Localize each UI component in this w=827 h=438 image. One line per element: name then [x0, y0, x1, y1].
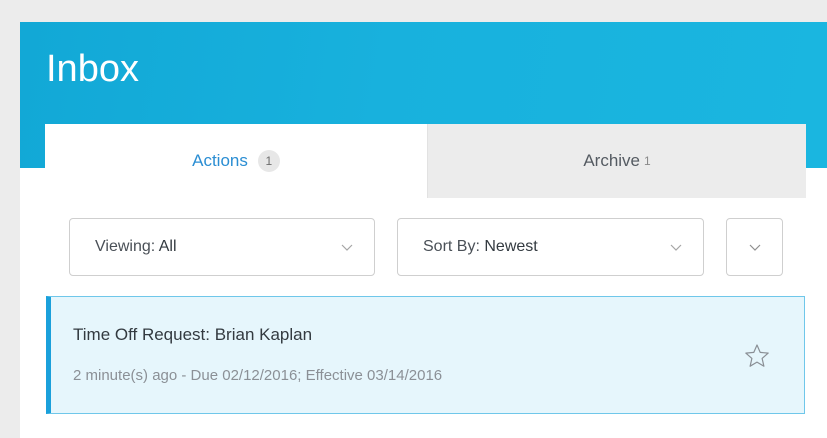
sort-value: Newest [484, 238, 538, 255]
inbox-panel: Inbox Actions 1 Archive 1 Viewing: All S… [20, 22, 827, 438]
inbox-item-title: Time Off Request: Brian Kaplan [73, 325, 313, 344]
tab-actions-count-badge: 1 [257, 150, 280, 172]
chevron-down-icon [341, 244, 353, 251]
inbox-filters: Viewing: All Sort By: Newest [45, 198, 806, 290]
tab-actions-label: Actions [192, 151, 248, 170]
viewing-label: Viewing: [95, 238, 156, 255]
star-icon[interactable] [744, 343, 770, 369]
more-options-dropdown[interactable] [726, 218, 783, 276]
inbox-card: Actions 1 Archive 1 Viewing: All Sort By… [45, 124, 806, 438]
viewing-value: All [158, 238, 177, 255]
chevron-down-icon [749, 244, 760, 251]
tab-archive-count: 1 [644, 154, 651, 168]
inbox-item-subtitle: 2 minute(s) ago - Due 02/12/2016; Effect… [73, 367, 443, 384]
inbox-item[interactable]: Time Off Request: Brian Kaplan 2 minute(… [46, 296, 805, 414]
sort-dropdown[interactable]: Sort By: Newest [397, 218, 704, 276]
inbox-tabs: Actions 1 Archive 1 [45, 124, 806, 198]
chevron-down-icon [670, 244, 682, 251]
viewing-dropdown[interactable]: Viewing: All [69, 218, 375, 276]
tab-archive-label: Archive [583, 151, 640, 170]
viewing-dropdown-text: Viewing: All [95, 238, 177, 256]
tab-archive[interactable]: Archive 1 [427, 124, 806, 198]
sort-label: Sort By: [423, 238, 480, 255]
tab-actions[interactable]: Actions 1 [45, 124, 427, 198]
page-title: Inbox [46, 48, 139, 90]
sort-dropdown-text: Sort By: Newest [423, 238, 538, 256]
